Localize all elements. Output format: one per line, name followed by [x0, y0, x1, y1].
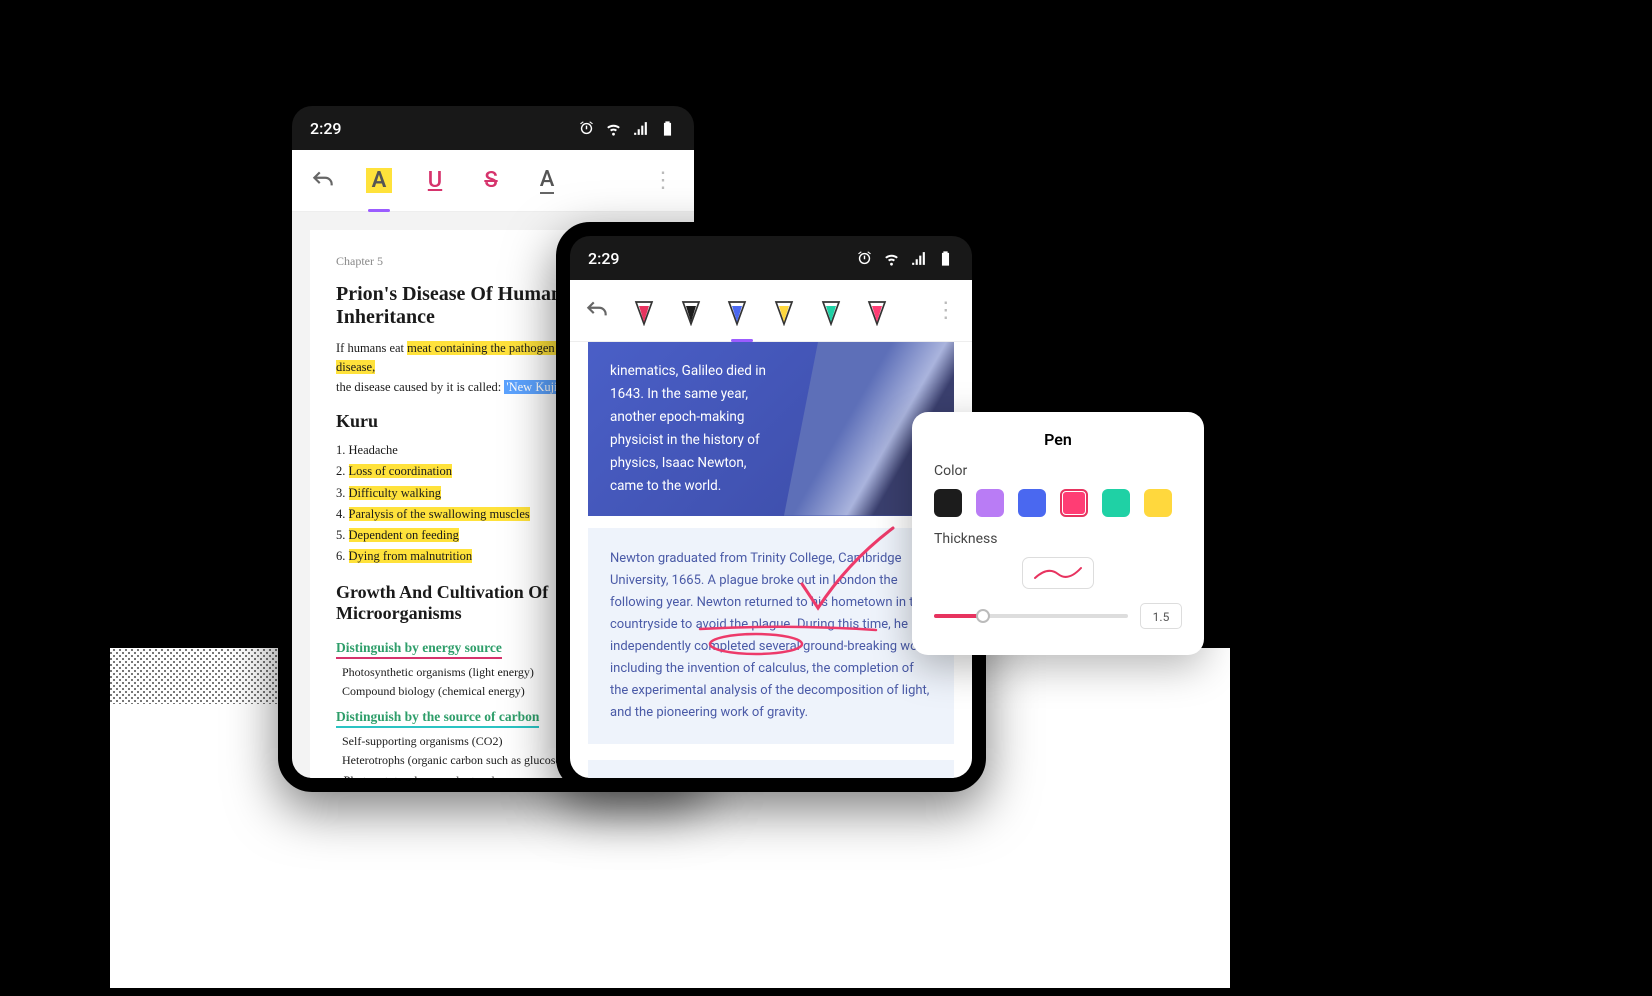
- undo-button[interactable]: [584, 290, 610, 332]
- pen-teal[interactable]: [818, 290, 843, 332]
- pen-settings-popup: Pen Color Thickness 1.5: [912, 412, 1204, 655]
- thickness-slider[interactable]: [934, 614, 1128, 618]
- pen-yellow[interactable]: [772, 290, 797, 332]
- pen-blue[interactable]: [725, 290, 750, 332]
- status-icons: [578, 120, 676, 137]
- color-swatch-blue[interactable]: [1018, 489, 1046, 517]
- strikethrough-tool[interactable]: S: [474, 160, 508, 202]
- status-bar: 2:29: [570, 236, 972, 280]
- battery-icon: [937, 250, 954, 267]
- wifi-icon: [605, 120, 622, 137]
- status-time: 2:29: [310, 119, 342, 138]
- alarm-icon: [856, 250, 873, 267]
- status-bar: 2:29: [292, 106, 694, 150]
- more-menu-icon[interactable]: ⋮: [933, 290, 958, 332]
- color-swatch-black[interactable]: [934, 489, 962, 517]
- text-format-toolbar: A U S A ⋮: [292, 150, 694, 212]
- pen-red[interactable]: [632, 290, 657, 332]
- color-swatch-purple[interactable]: [976, 489, 1004, 517]
- slider-thumb[interactable]: [976, 609, 990, 623]
- signal-icon: [910, 250, 927, 267]
- thickness-preview: [1022, 557, 1094, 589]
- status-time: 2:29: [588, 249, 620, 268]
- signal-icon: [632, 120, 649, 137]
- undo-button[interactable]: [306, 160, 340, 202]
- pen-pink[interactable]: [865, 290, 890, 332]
- alarm-icon: [578, 120, 595, 137]
- hero-text: kinematics, Galileo died in 1643. In the…: [610, 360, 780, 498]
- squiggle-tool[interactable]: A: [530, 160, 564, 202]
- status-icons: [856, 250, 954, 267]
- hero-block: kinematics, Galileo died in 1643. In the…: [588, 342, 954, 516]
- thickness-value[interactable]: 1.5: [1140, 603, 1182, 629]
- pen-toolbar: ⋮: [570, 280, 972, 342]
- color-swatches: [934, 489, 1182, 517]
- color-swatch-teal[interactable]: [1102, 489, 1130, 517]
- underline-tool[interactable]: U: [418, 160, 452, 202]
- battery-icon: [659, 120, 676, 137]
- popup-title: Pen: [934, 430, 1182, 449]
- color-swatch-yellow[interactable]: [1144, 489, 1172, 517]
- dist-energy-heading: Distinguish by energy source: [336, 640, 502, 659]
- paragraph-block: Newton graduated from Trinity College, C…: [588, 528, 954, 745]
- more-menu-icon[interactable]: ⋮: [646, 160, 680, 202]
- pen-black[interactable]: [679, 290, 704, 332]
- wifi-icon: [883, 250, 900, 267]
- faded-paragraph: These studies laid the foundation for th…: [588, 760, 954, 792]
- color-swatch-pink[interactable]: [1060, 489, 1088, 517]
- dist-carbon-heading: Distinguish by the source of carbon: [336, 709, 539, 728]
- highlight-tool[interactable]: A: [362, 160, 396, 202]
- thickness-label: Thickness: [934, 531, 1182, 547]
- color-label: Color: [934, 463, 1182, 479]
